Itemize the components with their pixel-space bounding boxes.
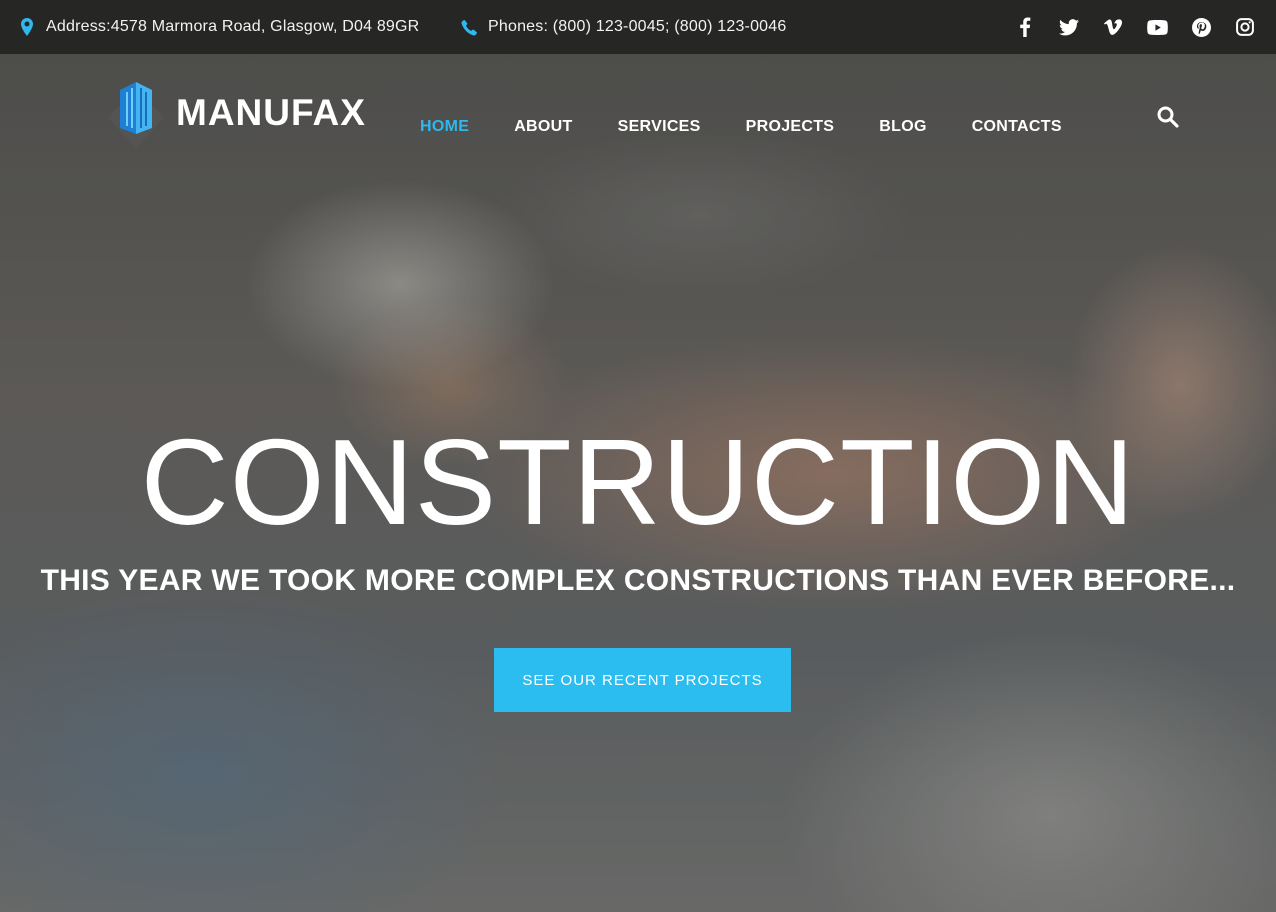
nav-home[interactable]: HOME bbox=[420, 118, 469, 136]
nav-about[interactable]: ABOUT bbox=[514, 118, 572, 136]
main-nav: HOME ABOUT SERVICES PROJECTS BLOG CONTAC… bbox=[420, 118, 1107, 136]
phone-text: Phones: (800) 123-0045; (800) 123-0046 bbox=[488, 18, 787, 35]
youtube-icon[interactable] bbox=[1146, 16, 1168, 38]
pinterest-icon[interactable] bbox=[1190, 16, 1212, 38]
vimeo-icon[interactable] bbox=[1102, 16, 1124, 38]
phone-icon bbox=[460, 18, 478, 36]
facebook-icon[interactable] bbox=[1014, 16, 1036, 38]
hero-section: MANUFAX HOME ABOUT SERVICES PROJECTS BLO… bbox=[0, 54, 1276, 912]
phone-info: Phones: (800) 123-0045; (800) 123-0046 bbox=[460, 0, 786, 54]
top-bar: Address:4578 Marmora Road, Glasgow, D04 … bbox=[0, 0, 1276, 54]
address-info: Address:4578 Marmora Road, Glasgow, D04 … bbox=[18, 0, 419, 54]
map-marker-icon bbox=[18, 18, 36, 36]
site-logo[interactable]: MANUFAX bbox=[106, 78, 366, 148]
nav-blog[interactable]: BLOG bbox=[879, 118, 926, 136]
instagram-icon[interactable] bbox=[1234, 16, 1256, 38]
address-text: Address:4578 Marmora Road, Glasgow, D04 … bbox=[46, 18, 420, 35]
social-links bbox=[1014, 0, 1256, 54]
nav-services[interactable]: SERVICES bbox=[618, 118, 701, 136]
nav-projects[interactable]: PROJECTS bbox=[746, 118, 835, 136]
brand-name: MANUFAX bbox=[176, 92, 366, 133]
building-logo-icon bbox=[108, 82, 164, 148]
search-icon[interactable] bbox=[1156, 105, 1180, 129]
twitter-icon[interactable] bbox=[1058, 16, 1080, 38]
hero-subheadline: THIS YEAR WE TOOK MORE COMPLEX CONSTRUCT… bbox=[40, 564, 1236, 597]
see-recent-projects-button[interactable]: SEE OUR RECENT PROJECTS bbox=[494, 648, 791, 712]
hero-headline: CONSTRUCTION bbox=[140, 414, 1136, 550]
nav-contacts[interactable]: CONTACTS bbox=[972, 118, 1062, 136]
